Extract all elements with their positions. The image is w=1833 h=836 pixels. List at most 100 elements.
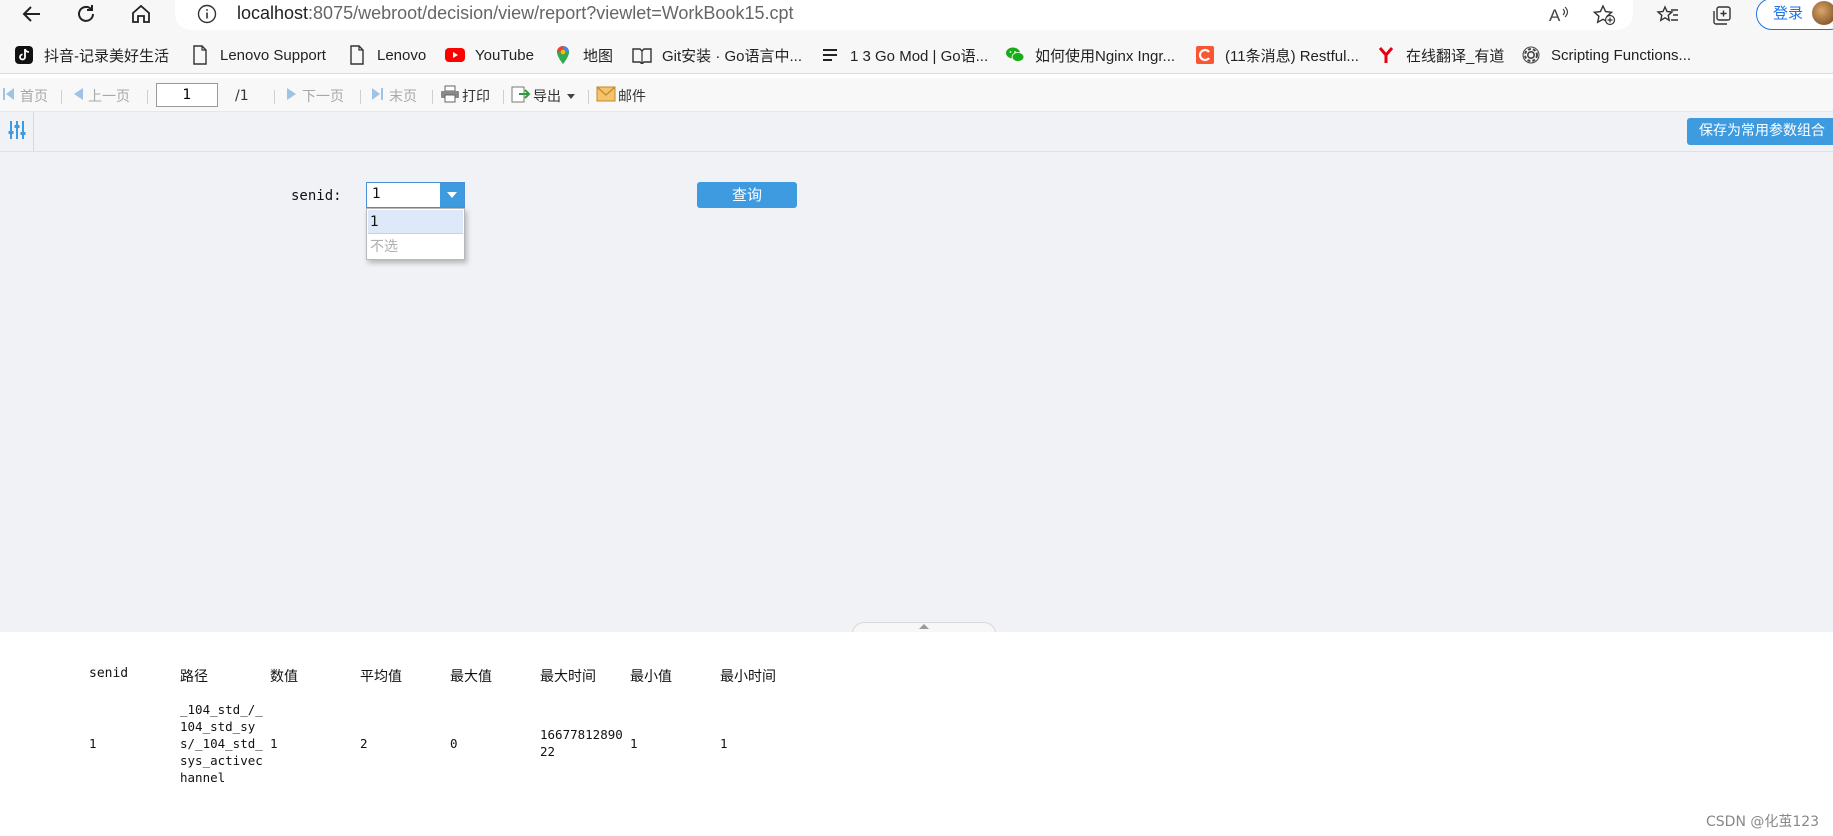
url-text: localhost:8075/webroot/decision/view/rep…: [237, 3, 793, 24]
toolbar-divider: [588, 90, 589, 104]
cell-senid: 1: [89, 736, 97, 751]
first-page-button[interactable]: 首页: [2, 86, 48, 106]
cell-min-time: 1: [720, 736, 728, 751]
export-icon: [511, 85, 531, 107]
page-icon: [347, 45, 367, 65]
save-parameter-combo-button[interactable]: 保存为常用参数组合: [1687, 118, 1833, 145]
column-header-max: 最大值: [450, 669, 492, 685]
youdao-icon: [1376, 45, 1396, 65]
home-icon[interactable]: [123, 0, 159, 28]
back-icon[interactable]: [14, 0, 50, 28]
dropdown-trigger-icon[interactable]: [440, 183, 464, 207]
parameter-panel-toggle[interactable]: [0, 112, 34, 151]
column-header-senid: senid: [89, 666, 129, 681]
url-path: :8075/webroot/decision/view/report?viewl…: [308, 3, 794, 23]
youtube-icon: [445, 45, 465, 65]
cell-min: 1: [630, 736, 638, 751]
report-table: senid 路径 数值 平均值 最大值 最大时间 最小值 最小时间 1 _104…: [0, 632, 1833, 836]
page-number-input[interactable]: 1: [156, 83, 218, 107]
dropdown-option-none[interactable]: 不选: [368, 235, 463, 259]
read-aloud-icon[interactable]: A: [1545, 2, 1573, 28]
senid-dropdown-list: 1 不选: [366, 208, 465, 260]
tiktok-icon: [14, 45, 34, 65]
url-field[interactable]: localhost:8075/webroot/decision/view/rep…: [175, 0, 1633, 30]
csdn-icon: [1195, 45, 1215, 65]
print-label: 打印: [462, 89, 490, 105]
bookmark-lenovo-support[interactable]: Lenovo Support: [190, 44, 326, 66]
print-button[interactable]: 打印: [440, 85, 490, 107]
collapse-arrow-icon: [919, 624, 929, 629]
watermark: CSDN @化茧123: [1706, 814, 1820, 830]
column-header-value: 数值: [270, 669, 298, 685]
bookmark-maps[interactable]: 地图: [553, 44, 613, 66]
info-icon[interactable]: [197, 4, 217, 24]
next-page-button[interactable]: 下一页: [286, 86, 344, 106]
collections-icon[interactable]: [1708, 2, 1736, 28]
bookmark-label: Lenovo Support: [220, 46, 326, 64]
last-page-button[interactable]: 末页: [371, 86, 417, 106]
last-page-label: 末页: [389, 89, 417, 105]
first-page-icon: [2, 87, 16, 105]
prev-page-label: 上一页: [88, 89, 130, 105]
bookmark-youdao[interactable]: 在线翻译_有道: [1376, 44, 1504, 66]
parameter-band: 保存为常用参数组合: [0, 112, 1833, 152]
column-header-path: 路径: [180, 669, 208, 685]
page-icon: [190, 45, 210, 65]
mail-button[interactable]: 邮件: [596, 86, 646, 106]
bookmark-label: YouTube: [475, 46, 534, 64]
page-total: /1: [235, 88, 249, 104]
dropdown-option[interactable]: 1: [368, 210, 463, 234]
favorites-icon[interactable]: [1654, 2, 1682, 28]
senid-value: 1: [372, 186, 381, 202]
wechat-icon: [1005, 45, 1025, 65]
bookmark-go-mod[interactable]: 1 3 Go Mod | Go语...: [820, 44, 988, 66]
bookmark-label: 地图: [583, 47, 614, 65]
export-button[interactable]: 导出: [511, 86, 575, 106]
senid-combobox[interactable]: 1: [366, 182, 465, 208]
prev-page-button[interactable]: 上一页: [72, 86, 130, 106]
first-page-label: 首页: [20, 89, 48, 105]
mail-label: 邮件: [618, 89, 646, 105]
toolbar-divider: [503, 90, 504, 104]
bookmark-scripting[interactable]: Scripting Functions...: [1521, 44, 1691, 66]
cell-avg: 2: [360, 736, 368, 751]
last-page-icon: [371, 87, 385, 105]
caret-down-icon: [567, 88, 575, 104]
query-button[interactable]: 查询: [697, 182, 797, 208]
parameter-panel: senid: 1 1 不选 查询: [0, 152, 1833, 632]
bookmark-lenovo[interactable]: Lenovo: [347, 44, 426, 66]
refresh-icon[interactable]: [68, 0, 104, 28]
report-toolbar: 首页 上一页 1 /1 下一页 末页 打印 导出 邮件: [0, 78, 1833, 112]
toolbar-divider: [147, 90, 148, 104]
export-label: 导出: [533, 89, 561, 105]
browser-address-bar: localhost:8075/webroot/decision/view/rep…: [0, 0, 1833, 36]
svg-text:A: A: [1549, 6, 1561, 25]
bookmark-label: 在线翻译_有道: [1406, 47, 1505, 65]
senid-label: senid:: [291, 188, 342, 204]
url-host: localhost: [237, 3, 309, 23]
bookmark-youtube[interactable]: YouTube: [445, 44, 534, 66]
bookmark-label: Git安装 · Go语言中...: [662, 47, 803, 65]
bookmark-douyin[interactable]: 抖音-记录美好生活: [14, 44, 169, 66]
bookmark-label: 1 3 Go Mod | Go语...: [850, 47, 989, 65]
bookmark-git[interactable]: Git安装 · Go语言中...: [632, 44, 802, 66]
bookmark-label: (11条消息) Restful...: [1225, 47, 1359, 65]
add-favorite-icon[interactable]: [1590, 2, 1618, 28]
bookmarks-bar: 抖音-记录美好生活 Lenovo Support Lenovo YouTube …: [0, 36, 1833, 74]
column-header-min: 最小值: [630, 669, 672, 685]
cell-value: 1: [270, 736, 278, 751]
next-page-icon: [286, 87, 298, 105]
toolbar-divider: [360, 90, 361, 104]
book-icon: [632, 45, 652, 65]
printer-icon: [440, 85, 460, 107]
bookmark-label: Lenovo: [377, 46, 427, 64]
bookmark-csdn[interactable]: (11条消息) Restful...: [1195, 44, 1359, 66]
sliders-icon: [7, 119, 27, 145]
avatar[interactable]: [1812, 1, 1833, 25]
bookmark-label: 抖音-记录美好生活: [44, 47, 169, 65]
column-header-max-time: 最大时间: [540, 669, 596, 685]
bookmark-label: Scripting Functions...: [1551, 46, 1692, 64]
bookmark-nginx[interactable]: 如何使用Nginx Ingr...: [1005, 44, 1175, 66]
gear-icon: [1521, 45, 1541, 65]
bookmark-label: 如何使用Nginx Ingr...: [1035, 47, 1176, 65]
